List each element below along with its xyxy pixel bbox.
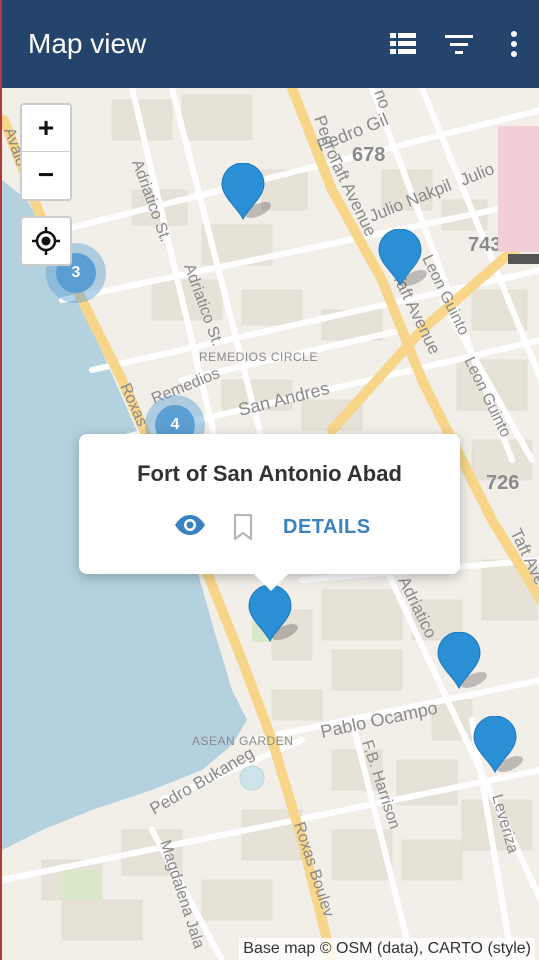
list-icon xyxy=(390,33,416,54)
label-678: 678 xyxy=(352,144,385,166)
map-marker-selected[interactable] xyxy=(248,585,292,643)
crosshair-icon xyxy=(32,227,60,255)
list-view-button[interactable] xyxy=(387,28,419,60)
zoom-control: + − xyxy=(20,103,72,201)
filter-button[interactable] xyxy=(443,28,475,60)
details-button[interactable]: DETAILS xyxy=(283,516,371,539)
place-popup: Fort of San Antonio Abad DETAILS xyxy=(79,434,460,574)
side-panel-edge xyxy=(498,126,539,252)
app-frame: Map view Pedro no Pedro Gil 678 Julio Na… xyxy=(0,0,539,960)
map-marker[interactable] xyxy=(378,229,422,287)
filter-icon xyxy=(445,35,473,54)
map-marker[interactable] xyxy=(221,163,265,221)
popup-tip xyxy=(254,574,288,591)
page-title: Map view xyxy=(28,28,147,59)
label-remedios-circle: REMEDIOS CIRCLE xyxy=(199,350,318,364)
zoom-out-button[interactable]: − xyxy=(22,151,70,198)
label-726: 726 xyxy=(486,472,519,494)
eye-icon xyxy=(175,515,205,535)
bookmark-icon xyxy=(233,513,253,541)
bookmark-button[interactable] xyxy=(233,513,253,545)
popup-title: Fort of San Antonio Abad xyxy=(137,461,402,486)
view-button[interactable] xyxy=(174,514,206,541)
more-vert-icon xyxy=(511,31,517,57)
zoom-in-button[interactable]: + xyxy=(22,105,70,151)
locate-me-button[interactable] xyxy=(20,216,72,266)
app-bar: Map view xyxy=(2,0,539,88)
map-marker[interactable] xyxy=(437,632,481,690)
label-743: 743 xyxy=(468,234,501,256)
side-panel-strip xyxy=(508,254,539,264)
map-marker[interactable] xyxy=(473,716,517,774)
map-attribution: Base map © OSM (data), CARTO (style) xyxy=(239,938,535,960)
more-options-button[interactable] xyxy=(498,28,530,60)
